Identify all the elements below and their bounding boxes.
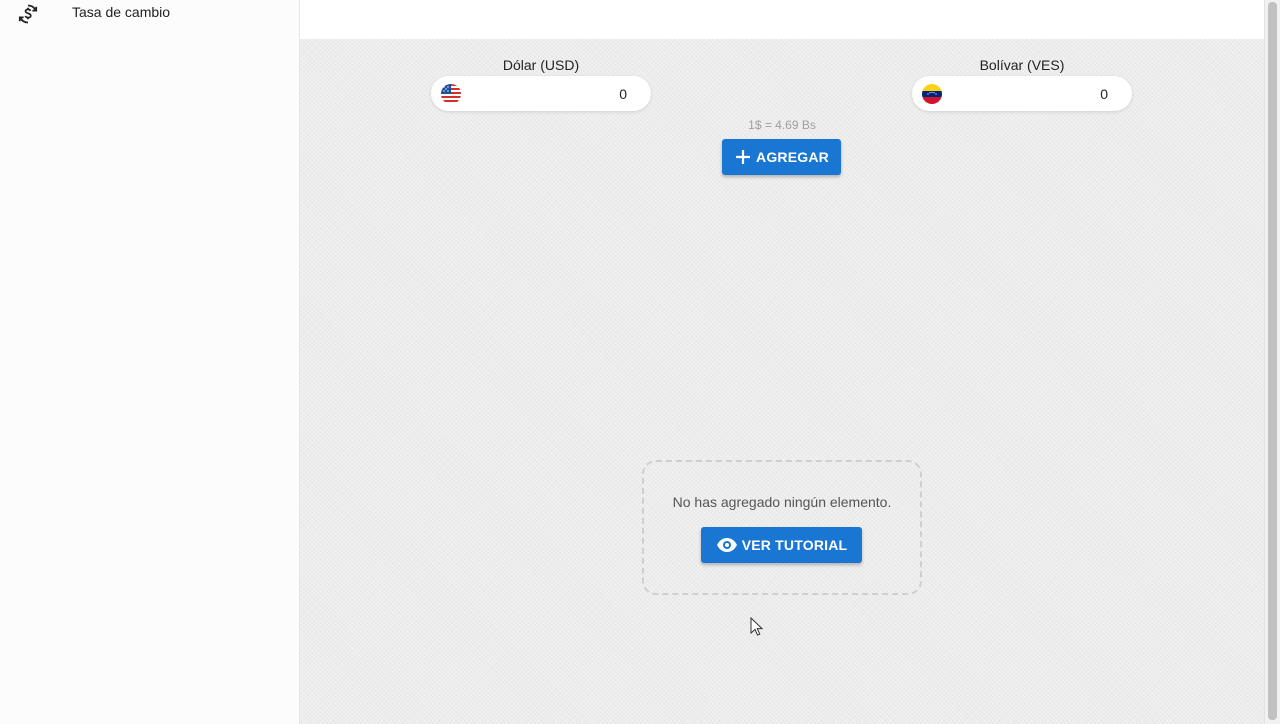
plus-icon xyxy=(734,148,752,166)
us-flag-icon xyxy=(441,84,461,104)
to-currency-label: Bolívar (VES) xyxy=(979,57,1065,73)
add-button-label: AGREGAR xyxy=(756,149,829,165)
mouse-cursor-icon xyxy=(750,616,764,637)
currency-exchange-icon xyxy=(16,2,40,26)
eye-icon xyxy=(716,537,738,553)
from-currency-field xyxy=(431,76,651,111)
vertical-scrollbar[interactable] xyxy=(1264,0,1280,724)
empty-state-message: No has agregado ningún elemento. xyxy=(672,494,892,510)
top-bar xyxy=(300,0,1264,39)
scrollbar-thumb[interactable] xyxy=(1268,2,1277,720)
sidebar-item-label: Tasa de cambio xyxy=(72,4,171,20)
to-currency-field xyxy=(912,76,1132,111)
from-currency-label: Dólar (USD) xyxy=(502,57,580,73)
venezuela-flag-icon xyxy=(922,84,942,104)
sidebar-item-tasa-de-cambio[interactable]: Tasa de cambio xyxy=(0,0,299,28)
ves-amount-input[interactable] xyxy=(952,76,1108,111)
view-tutorial-button[interactable]: VER TUTORIAL xyxy=(701,527,862,563)
exchange-rate-text: 1$ = 4.69 Bs xyxy=(748,118,816,132)
add-button[interactable]: AGREGAR xyxy=(722,139,841,175)
sidebar: Tasa de cambio xyxy=(0,0,300,724)
view-tutorial-label: VER TUTORIAL xyxy=(741,537,848,553)
usd-amount-input[interactable] xyxy=(471,76,627,111)
